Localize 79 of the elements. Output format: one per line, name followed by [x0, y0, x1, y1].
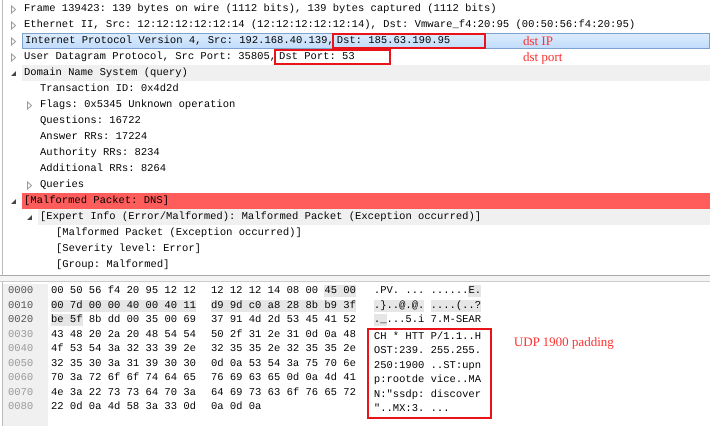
tree-row[interactable]: [Group: Malformed] — [54, 257, 710, 273]
ascii-text: ..ST:upn — [430, 358, 482, 373]
tree-row[interactable]: [Severity level: Error] — [54, 241, 710, 257]
tree-row[interactable]: Domain Name System (query) — [22, 65, 710, 81]
tree-row[interactable]: Queries — [38, 177, 710, 193]
tree-row[interactable]: Additional RRs: 8264 — [38, 161, 710, 177]
tree-row[interactable]: [Malformed Packet (Exception occurred)] — [54, 225, 710, 241]
hex-bytes: 12 12 12 14 08 00 45 00 — [210, 284, 356, 298]
hex-bytes: 4e 3a 22 73 73 64 70 3a — [51, 386, 196, 400]
hex-bytes: 70 3a 72 6f 6f 74 64 65 — [51, 371, 196, 386]
offset-text: 0060 — [8, 371, 34, 386]
hex-bytes: 76 69 63 65 0d 0a 4d 41 — [210, 371, 356, 386]
ascii-text: vice..MA — [430, 373, 482, 388]
hex-bytes: 00 50 56 f4 20 95 12 12 — [51, 284, 196, 298]
hex-bytes: 0d 0a 53 54 3a 75 70 6e — [210, 356, 356, 371]
ascii-text: ._...5.i — [374, 313, 424, 328]
collapsed-arrow-icon[interactable] — [10, 4, 17, 14]
tree-row[interactable]: Flags: 0x5345 Unknown operation — [38, 97, 710, 113]
expanded-arrow-icon[interactable] — [10, 68, 17, 78]
collapsed-arrow-icon[interactable] — [10, 52, 17, 62]
ascii-text: .}..@.@. — [374, 298, 424, 313]
offset-text: 0040 — [8, 342, 34, 356]
ascii-text: OST:239. — [374, 344, 424, 358]
ascii-text: N:"ssdp: — [374, 388, 424, 402]
annotation-note: dst IP — [523, 34, 553, 48]
hex-bytes: 32 35 35 2e 32 35 35 2e — [210, 342, 356, 356]
offset-text: 0000 — [8, 284, 34, 298]
ascii-text: P/1.1..H — [430, 330, 482, 344]
ascii-text: CH * HTT — [374, 330, 424, 344]
hex-bytes: be 5f 8b dd 00 35 00 69 — [51, 313, 196, 328]
offset-text: 0020 — [8, 313, 34, 328]
ascii-text: 7.M-SEAR — [430, 313, 482, 328]
tree-row[interactable]: [Malformed Packet: DNS] — [22, 193, 710, 209]
hex-bytes: 00 7d 00 00 40 00 40 11 — [51, 298, 196, 313]
tree-row[interactable]: Questions: 16722 — [38, 113, 710, 129]
expanded-arrow-icon[interactable] — [10, 196, 17, 206]
annotation-note: dst port — [523, 49, 562, 65]
hex-bytes: 22 0d 0a 4d 58 3a 33 0d — [51, 400, 196, 414]
expanded-arrow-icon[interactable] — [26, 212, 33, 222]
offset-text: 0050 — [8, 356, 34, 371]
ascii-text: ... — [430, 402, 450, 416]
hex-bytes: 32 35 30 3a 31 39 30 30 — [51, 356, 196, 371]
hex-bytes: 43 48 20 2a 20 48 54 54 — [51, 328, 196, 342]
collapsed-arrow-icon[interactable] — [10, 36, 17, 46]
tree-row[interactable]: Ethernet II, Src: 12:12:12:12:12:14 (12:12:12:12:12:14), Dst: Vmware_f4:20:95 (00:50:56:f4:20:95) — [22, 17, 710, 33]
offset-text: 0030 — [8, 328, 34, 342]
annotation-note: UDP 1900 padding — [514, 334, 614, 350]
hex-bytes: 37 91 4d 2d 53 45 41 52 — [210, 313, 356, 328]
collapsed-arrow-icon[interactable] — [26, 180, 33, 190]
hex-bytes: 50 2f 31 2e 31 0d 0a 48 — [210, 328, 356, 342]
ascii-text: ....(..? — [430, 298, 482, 313]
hex-bytes: 0a 0d 0a — [210, 400, 262, 414]
tree-row[interactable]: [Expert Info (Error/Malformed): Malformed Packet (Exception occurred)] — [38, 209, 710, 225]
collapsed-arrow-icon[interactable] — [10, 20, 17, 30]
tree-row[interactable]: Authority RRs: 8234 — [38, 145, 710, 161]
offset-text: 0010 — [8, 298, 34, 313]
tree-row[interactable]: Transaction ID: 0x4d2d — [38, 81, 710, 97]
ascii-text: 250:1900 — [374, 358, 424, 373]
offset-text: 0080 — [8, 400, 34, 414]
tree-row[interactable]: Frame 139423: 139 bytes on wire (1112 bits), 139 bytes captured (1112 bits) — [22, 1, 710, 17]
annotated-text: Dst: 185.63.190.95 — [334, 35, 484, 47]
ascii-text: 255.255. — [430, 344, 482, 358]
hex-bytes: 4f 53 54 3a 32 33 39 2e — [51, 342, 196, 356]
hex-bytes: d9 9d c0 a8 28 8b b9 3f — [210, 298, 356, 313]
tree-row[interactable]: Answer RRs: 17224 — [38, 129, 710, 145]
hex-bytes: 64 69 73 63 6f 76 65 72 — [210, 386, 356, 400]
row-text: Internet Protocol Version 4, Src: 192.168.40.139, — [25, 35, 334, 47]
ascii-text: "..MX:3. — [374, 402, 424, 416]
tree-row[interactable]: Internet Protocol Version 4, Src: 192.168.40.139, Dst: 185.63.190.95 dst IP — [22, 33, 710, 49]
row-text: User Datagram Protocol, Src Port: 35805, — [24, 51, 276, 63]
offset-text: 0070 — [8, 386, 34, 400]
annotated-text: Dst Port: 53 — [276, 51, 389, 63]
tree-row[interactable]: User Datagram Protocol, Src Port: 35805, Dst Port: 53 dst port — [22, 49, 710, 65]
ascii-text: ......E. — [430, 284, 482, 298]
ascii-text: p:rootde — [374, 373, 424, 388]
ascii-text: .PV. ... — [374, 284, 424, 298]
ascii-text: discover — [430, 388, 482, 402]
splitter[interactable] — [0, 275, 710, 282]
collapsed-arrow-icon[interactable] — [26, 100, 33, 110]
